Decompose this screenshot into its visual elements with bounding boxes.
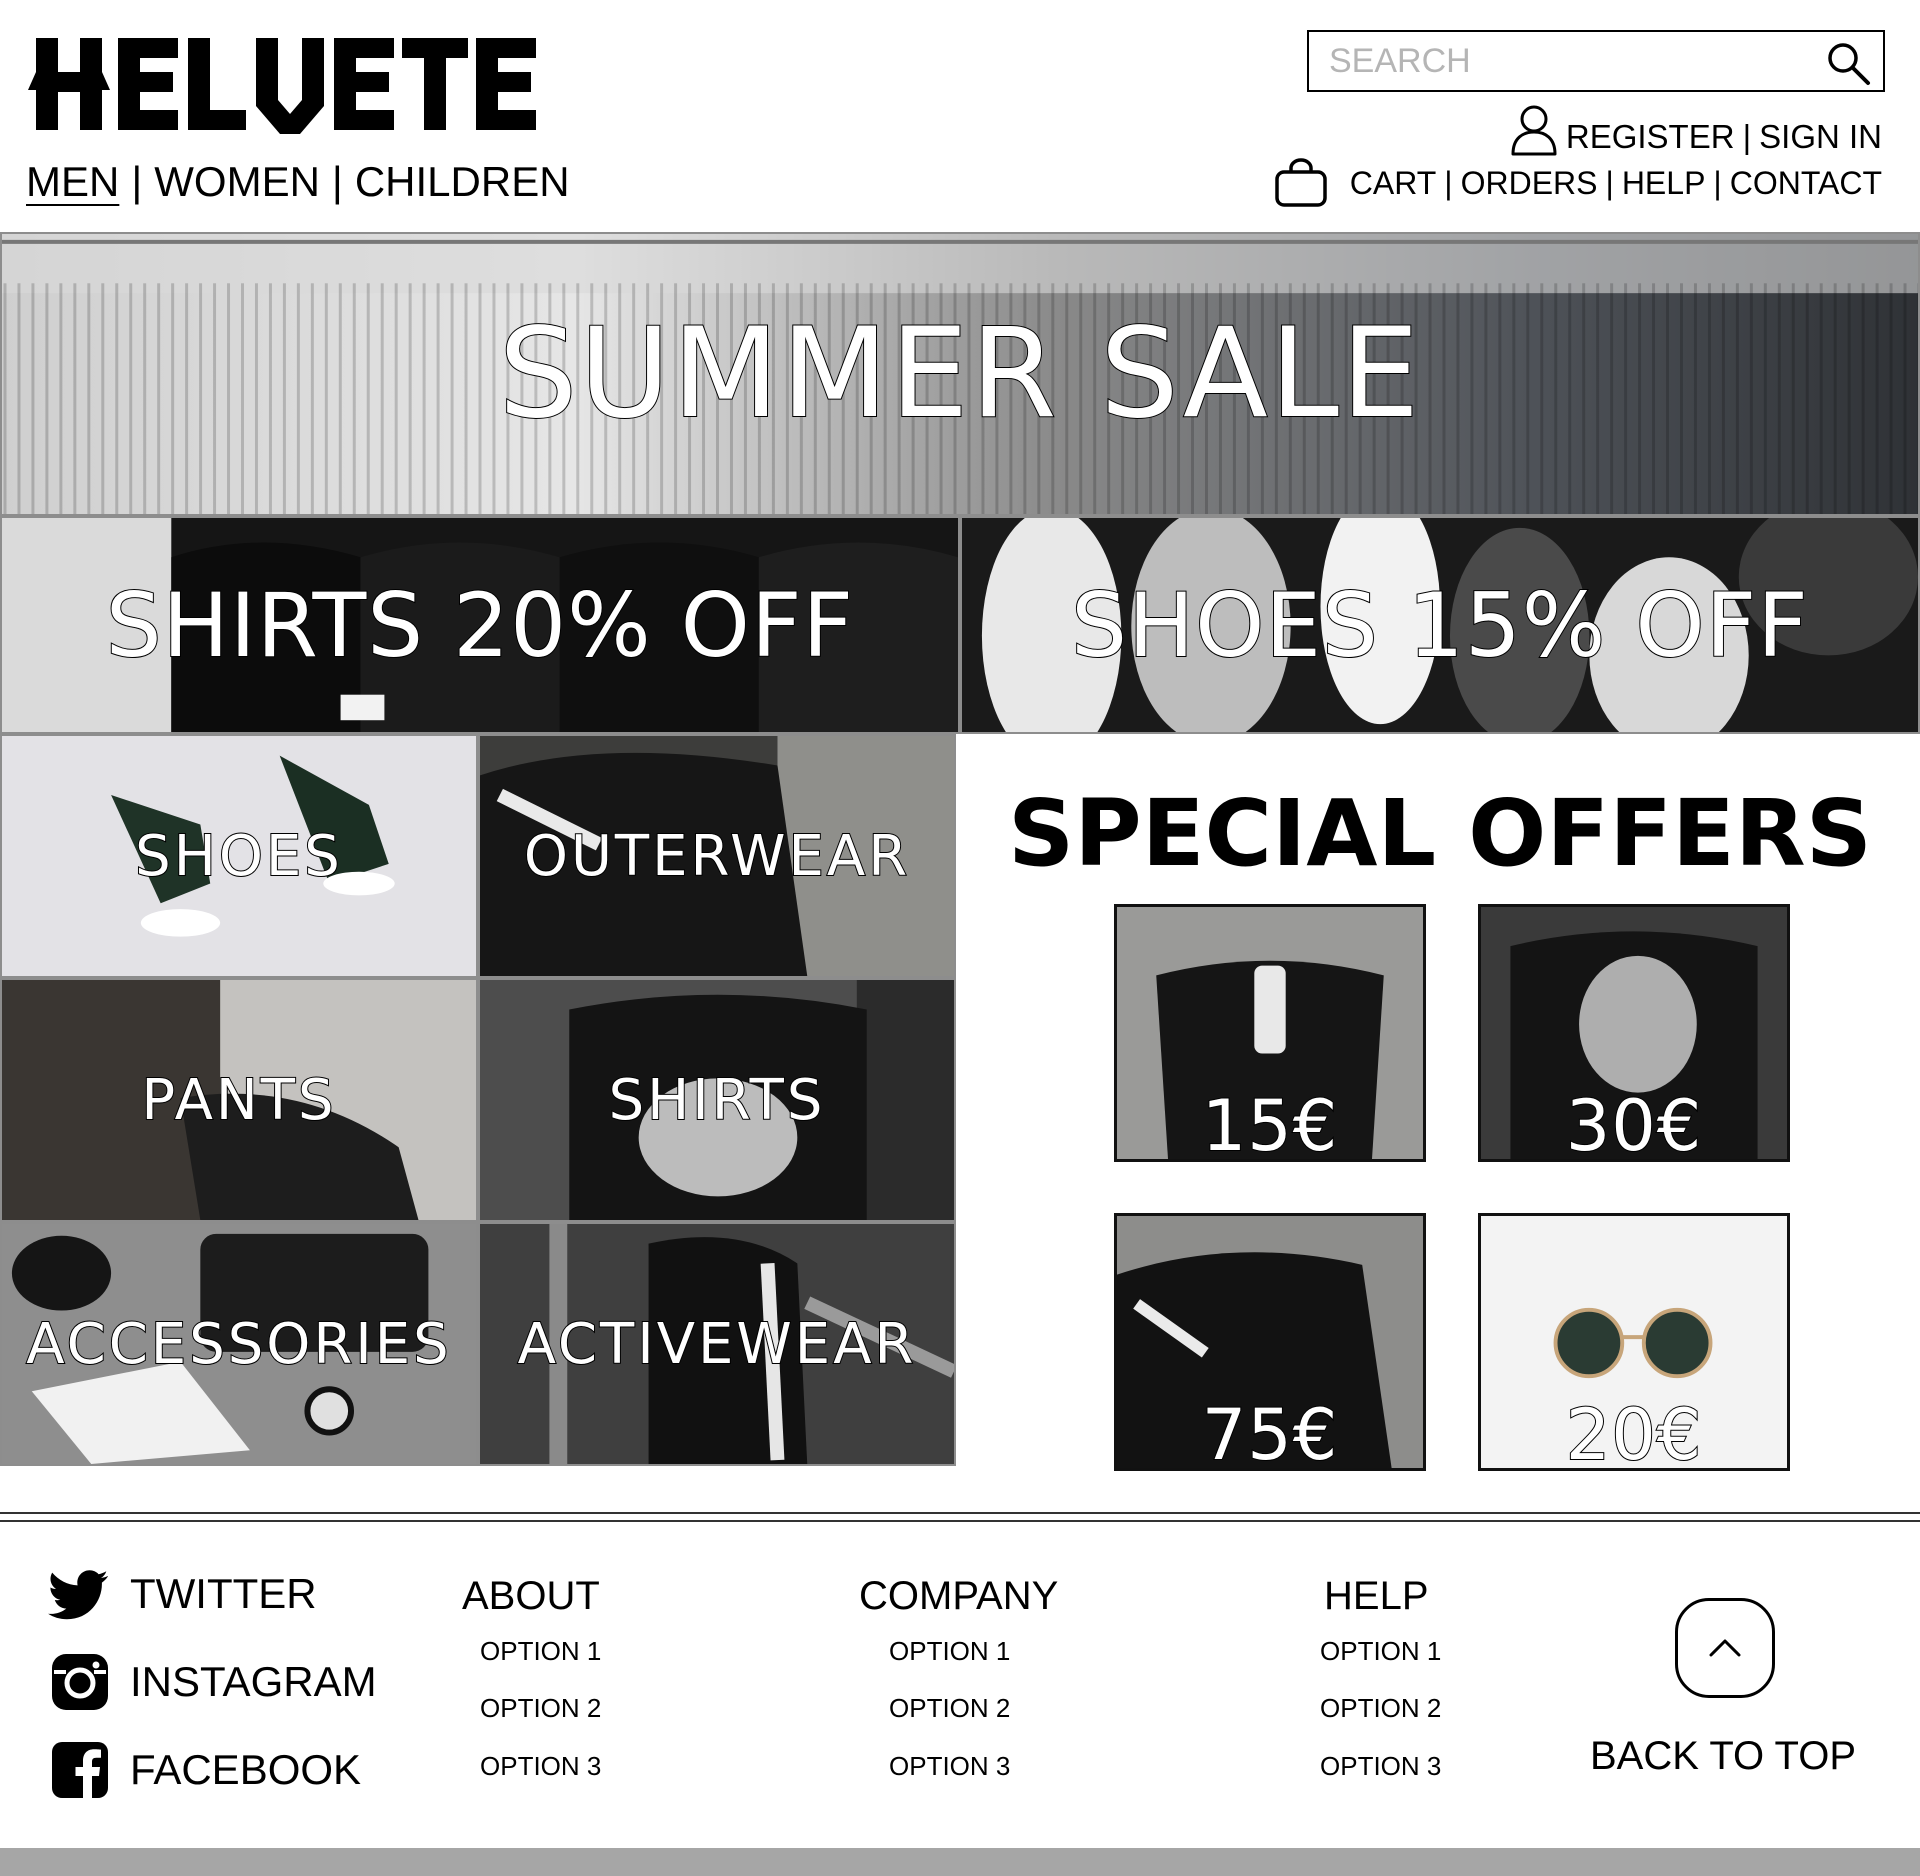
sign-in-link[interactable]: SIGN IN bbox=[1759, 118, 1882, 156]
nav-women[interactable]: WOMEN bbox=[154, 158, 320, 206]
promo-shirts-label: SHIRTS 20% OFF bbox=[105, 573, 855, 678]
nav-separator: | bbox=[331, 158, 343, 205]
footer-about-option-2[interactable]: OPTION 2 bbox=[480, 1693, 601, 1724]
nav-men[interactable]: MEN bbox=[26, 158, 119, 206]
promo-shirts[interactable]: SHIRTS 20% OFF bbox=[0, 516, 960, 734]
twitter-label: TWITTER bbox=[130, 1570, 317, 1617]
offer-3-price: 75€ bbox=[1201, 1393, 1339, 1471]
footer-company-option-3[interactable]: OPTION 3 bbox=[889, 1751, 1010, 1782]
link-separator: | bbox=[1742, 118, 1752, 155]
offer-card-1[interactable]: 15€ bbox=[1114, 904, 1426, 1162]
back-to-top-label[interactable]: BACK TO TOP bbox=[1590, 1734, 1856, 1779]
offer-1-price: 15€ bbox=[1201, 1084, 1339, 1162]
logo[interactable] bbox=[28, 30, 548, 140]
promo-shoes[interactable]: SHOES 15% OFF bbox=[960, 516, 1920, 734]
orders-link[interactable]: ORDERS bbox=[1461, 165, 1598, 202]
user-icon[interactable] bbox=[1510, 104, 1558, 156]
footer-divider bbox=[0, 1512, 1920, 1514]
category-activewear[interactable]: ACTIVEWEAR bbox=[478, 1222, 956, 1466]
utility-links: CART | ORDERS | HELP | CONTACT bbox=[1274, 158, 1882, 208]
logo-wordmark bbox=[28, 38, 536, 134]
twitter-icon bbox=[48, 1570, 108, 1620]
footer-help-title: HELP bbox=[1324, 1574, 1429, 1618]
category-shoes-label: SHOES bbox=[134, 823, 343, 890]
search-box bbox=[1307, 30, 1885, 92]
footer-about-option-3[interactable]: OPTION 3 bbox=[480, 1751, 601, 1782]
footer-about-title: ABOUT bbox=[462, 1574, 600, 1618]
offer-card-4[interactable]: 20€ bbox=[1478, 1213, 1790, 1471]
search-input[interactable] bbox=[1309, 32, 1809, 90]
footer-about-option-1[interactable]: OPTION 1 bbox=[480, 1636, 601, 1667]
category-pants-label: PANTS bbox=[140, 1067, 337, 1134]
special-offers-title: SPECIAL OFFERS bbox=[1008, 780, 1872, 887]
account-links: REGISTER | SIGN IN bbox=[1510, 104, 1882, 156]
facebook-label: FACEBOOK bbox=[130, 1746, 362, 1793]
contact-link[interactable]: CONTACT bbox=[1730, 165, 1882, 202]
search-icon[interactable] bbox=[1825, 40, 1871, 86]
category-activewear-label: ACTIVEWEAR bbox=[517, 1311, 917, 1378]
footer-company-option-2[interactable]: OPTION 2 bbox=[889, 1693, 1010, 1724]
footer-company-title: COMPANY bbox=[859, 1574, 1059, 1618]
category-accessories[interactable]: ACCESSORIES bbox=[0, 1222, 478, 1466]
category-shirts[interactable]: SHIRTS bbox=[478, 978, 956, 1222]
back-to-top-button[interactable] bbox=[1675, 1598, 1775, 1698]
nav-separator: | bbox=[131, 158, 143, 205]
offer-card-3[interactable]: 75€ bbox=[1114, 1213, 1426, 1471]
instagram-label: INSTAGRAM bbox=[130, 1658, 377, 1705]
footer-help-option-2[interactable]: OPTION 2 bbox=[1320, 1693, 1441, 1724]
offer-2-price: 30€ bbox=[1565, 1084, 1703, 1162]
link-separator: | bbox=[1444, 164, 1453, 201]
instagram-link[interactable]: INSTAGRAM bbox=[48, 1650, 377, 1714]
footer-divider bbox=[0, 1520, 1920, 1522]
footer-company-option-1[interactable]: OPTION 1 bbox=[889, 1636, 1010, 1667]
cart-link[interactable]: CART bbox=[1350, 165, 1437, 202]
link-separator: | bbox=[1713, 164, 1722, 201]
category-accessories-label: ACCESSORIES bbox=[25, 1311, 452, 1378]
category-outerwear[interactable]: OUTERWEAR bbox=[478, 734, 956, 978]
nav-children[interactable]: CHILDREN bbox=[355, 158, 570, 206]
category-outerwear-label: OUTERWEAR bbox=[523, 823, 911, 890]
twitter-link[interactable]: TWITTER bbox=[48, 1562, 317, 1626]
category-shirts-label: SHIRTS bbox=[608, 1067, 826, 1134]
link-separator: | bbox=[1605, 164, 1614, 201]
facebook-link[interactable]: FACEBOOK bbox=[48, 1738, 361, 1802]
category-pants[interactable]: PANTS bbox=[0, 978, 478, 1222]
help-link[interactable]: HELP bbox=[1622, 165, 1706, 202]
category-shoes[interactable]: SHOES bbox=[0, 734, 478, 978]
promo-shoes-label: SHOES 15% OFF bbox=[1070, 573, 1809, 678]
instagram-icon bbox=[52, 1654, 108, 1710]
bottom-bar bbox=[0, 1848, 1920, 1876]
footer-help-option-3[interactable]: OPTION 3 bbox=[1320, 1751, 1441, 1782]
offer-card-2[interactable]: 30€ bbox=[1478, 904, 1790, 1162]
shopping-bag-icon[interactable] bbox=[1274, 158, 1328, 208]
chevron-up-icon bbox=[1709, 1639, 1741, 1657]
offer-4-price: 20€ bbox=[1565, 1393, 1703, 1471]
main-nav: MEN | WOMEN | CHILDREN bbox=[26, 158, 570, 206]
footer-help-option-1[interactable]: OPTION 1 bbox=[1320, 1636, 1441, 1667]
facebook-icon bbox=[52, 1742, 108, 1798]
register-link[interactable]: REGISTER bbox=[1566, 118, 1735, 156]
hero-title: SUMMER SALE bbox=[498, 301, 1422, 447]
hero-banner[interactable]: SUMMER SALE bbox=[0, 232, 1920, 516]
